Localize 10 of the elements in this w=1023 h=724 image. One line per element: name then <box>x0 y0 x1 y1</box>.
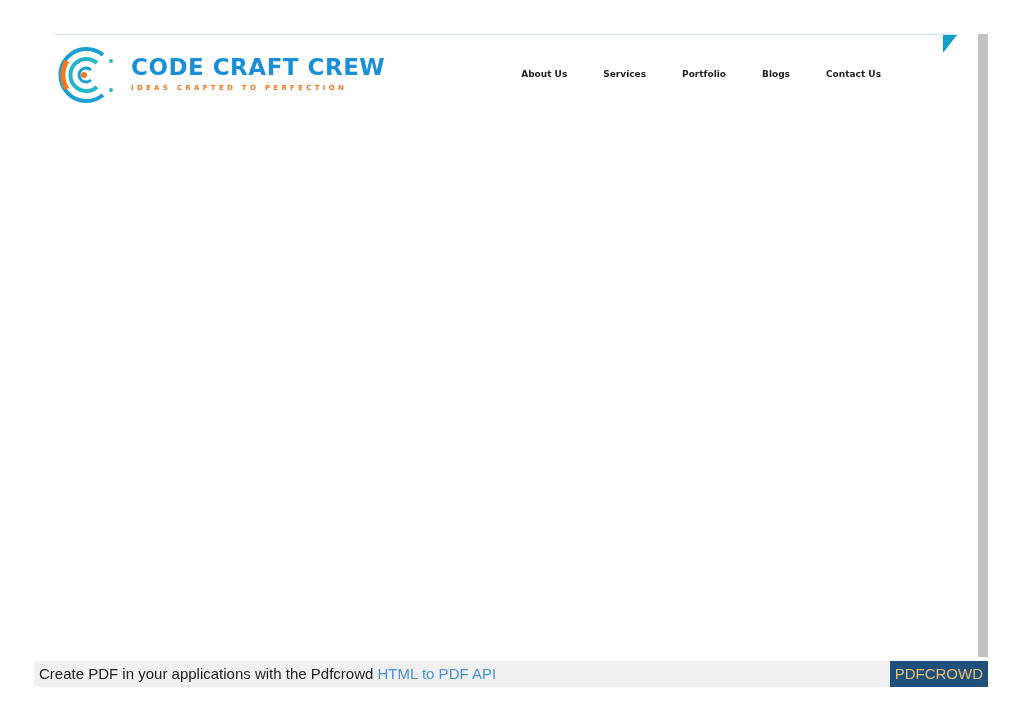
corner-triangle-icon <box>943 35 957 53</box>
nav-link[interactable]: About Us <box>503 68 586 82</box>
nav-link[interactable]: Portfolio <box>664 68 745 82</box>
footer-text: Create PDF in your applications with the Pdfcrowd HTML to PDF API <box>38 663 497 684</box>
nav-link[interactable]: Blogs <box>744 68 808 82</box>
nav-link[interactable]: Services <box>585 68 665 82</box>
pdfcrowd-button[interactable]: PDFCROWD <box>889 661 988 687</box>
logo-title: CODE CRAFT CREW <box>131 56 386 80</box>
scrollbar[interactable] <box>978 34 988 657</box>
nav-link[interactable]: Contact Us <box>808 68 899 82</box>
